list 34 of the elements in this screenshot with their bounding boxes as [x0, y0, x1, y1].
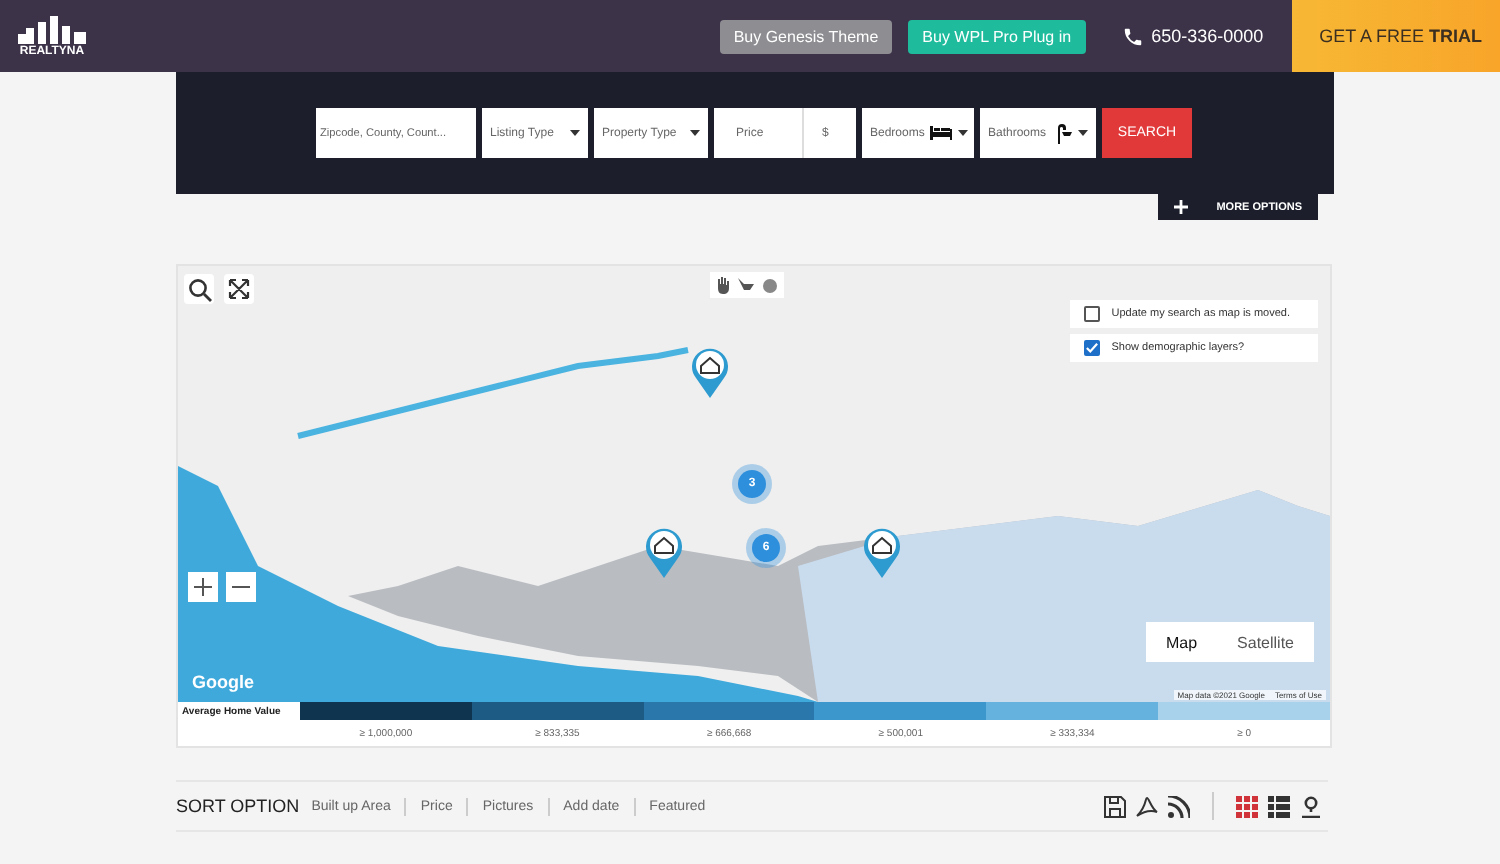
caret-icon	[1078, 130, 1088, 136]
grid-view-icon[interactable]	[1236, 795, 1258, 817]
caret-icon	[958, 130, 969, 136]
save-icon[interactable]	[1104, 795, 1126, 817]
search-icon	[187, 277, 211, 301]
header-button[interactable]: Buy Genesis Theme	[719, 19, 893, 53]
plus-icon	[194, 578, 212, 596]
house-marker-icon[interactable]	[644, 526, 684, 578]
bed-icon	[930, 126, 953, 140]
house-marker-icon[interactable]	[690, 346, 730, 398]
polygon-icon[interactable]	[738, 276, 756, 294]
shower-icon	[1056, 123, 1072, 143]
checkbox[interactable]	[1083, 340, 1100, 356]
house-marker-icon[interactable]	[862, 526, 902, 578]
search-map-button[interactable]	[184, 274, 214, 304]
hand-icon[interactable]	[716, 276, 732, 294]
zoom-out-button[interactable]	[226, 572, 256, 602]
map-view-icon[interactable]	[1300, 795, 1322, 817]
phone-icon	[1121, 25, 1144, 47]
zoom-in-button[interactable]	[188, 572, 218, 602]
list-view-icon[interactable]	[1268, 795, 1290, 817]
phone-number[interactable]: 650-336-0000	[1151, 26, 1264, 46]
checkbox[interactable]	[1083, 306, 1100, 322]
rss-icon[interactable]	[1168, 795, 1190, 817]
free-trial-button[interactable]: GET A FREE TRIAL	[1291, 0, 1500, 72]
caret-icon	[570, 130, 580, 136]
expand-icon	[228, 278, 250, 300]
plus-icon	[1174, 200, 1189, 214]
circle-icon[interactable]	[762, 276, 778, 294]
caret-icon	[690, 130, 700, 136]
sort-title: SORT OPTION	[176, 796, 300, 816]
buildings-logo-icon	[18, 15, 86, 43]
map-brand-text: Google	[192, 672, 254, 692]
fullscreen-button[interactable]	[224, 274, 254, 304]
